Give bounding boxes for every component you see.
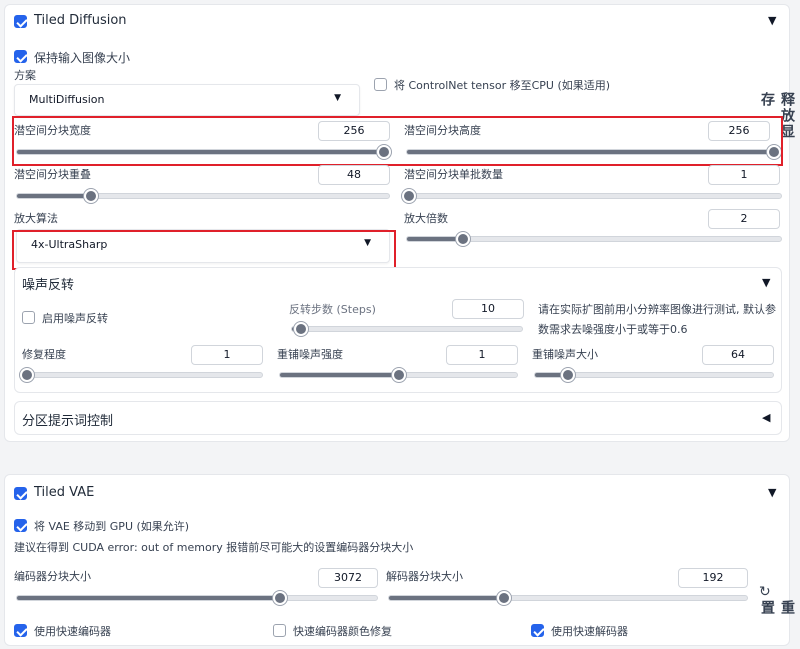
scale-slider[interactable] (406, 232, 782, 246)
fast-encoder-color-fix-label: 快速编码器颜色修复 (293, 625, 392, 638)
tiled-diffusion-title: Tiled Diffusion (34, 13, 127, 28)
enable-noise-inversion-label: 启用噪声反转 (42, 312, 108, 325)
slider-thumb[interactable] (391, 368, 406, 382)
scale-input[interactable]: 2 (708, 209, 780, 229)
tile-overlap-input[interactable]: 48 (318, 165, 390, 185)
noise-inversion-title: 噪声反转 (22, 278, 75, 293)
slider-thumb[interactable] (402, 189, 416, 203)
region-prompt-panel[interactable] (14, 401, 782, 435)
upscaler-select[interactable]: 4x-UltraSharp ▼ (16, 229, 390, 263)
inversion-steps-label: 反转步数 (Steps) (289, 303, 376, 316)
decoder-size-label: 解码器分块大小 (386, 570, 463, 583)
collapse-down-icon[interactable]: ▼ (768, 486, 776, 499)
tile-width-label: 潜空间分块宽度 (14, 124, 91, 137)
slider-thumb[interactable] (377, 145, 391, 159)
encoder-size-input[interactable]: 3072 (318, 568, 378, 588)
slider-thumb[interactable] (20, 368, 34, 382)
collapse-left-icon[interactable]: ◀ (762, 411, 770, 424)
reset-label: 重置 (759, 600, 795, 616)
upscaler-value: 4x-UltraSharp (31, 238, 108, 251)
fix-degree-input[interactable]: 1 (191, 345, 263, 365)
tile-batch-label: 潜空间分块单批数量 (404, 168, 503, 181)
method-select[interactable]: MultiDiffusion ▼ (14, 84, 360, 116)
tiled-vae-enable-checkbox[interactable] (14, 487, 27, 500)
tile-height-label: 潜空间分块高度 (404, 124, 481, 137)
tile-width-slider[interactable] (16, 145, 391, 159)
upscaler-label: 放大算法 (14, 212, 58, 225)
method-value: MultiDiffusion (29, 93, 105, 106)
move-vae-gpu-checkbox[interactable] (14, 519, 27, 532)
fast-decoder-label: 使用快速解码器 (551, 625, 628, 638)
reset-icon: ↻ (759, 584, 771, 600)
decoder-size-slider[interactable] (388, 591, 748, 605)
tile-height-input[interactable]: 256 (708, 121, 770, 141)
fast-decoder-checkbox[interactable] (531, 624, 544, 637)
inversion-steps-input[interactable]: 10 (452, 299, 524, 319)
encoder-size-label: 编码器分块大小 (14, 570, 91, 583)
method-label: 方案 (14, 69, 36, 82)
chevron-down-icon: ▼ (334, 93, 341, 103)
tile-batch-input[interactable]: 1 (708, 165, 780, 185)
slider-thumb[interactable] (767, 145, 781, 159)
slider-thumb[interactable] (456, 232, 471, 246)
renoise-size-label: 重铺噪声大小 (532, 348, 598, 361)
controlnet-cpu-checkbox[interactable] (374, 78, 387, 91)
renoise-size-input[interactable]: 64 (702, 345, 774, 365)
vae-advice-text: 建议在得到 CUDA error: out of memory 报错前尽可能大的… (14, 541, 414, 554)
slider-thumb[interactable] (272, 591, 287, 605)
slider-thumb[interactable] (496, 591, 511, 605)
tile-overlap-label: 潜空间分块重叠 (14, 168, 91, 181)
move-vae-gpu-label: 将 VAE 移动到 GPU (如果允许) (34, 520, 190, 533)
keep-size-label: 保持输入图像大小 (34, 51, 131, 65)
chevron-down-icon: ▼ (364, 238, 371, 248)
collapse-down-icon[interactable]: ▼ (762, 276, 770, 289)
renoise-strength-label: 重铺噪声强度 (277, 348, 343, 361)
encoder-size-slider[interactable] (16, 591, 378, 605)
controlnet-cpu-label: 将 ControlNet tensor 移至CPU (如果适用) (394, 79, 611, 92)
tiled-vae-panel (4, 474, 790, 646)
tile-overlap-slider[interactable] (16, 189, 390, 203)
region-prompt-title: 分区提示词控制 (22, 414, 114, 429)
tile-width-input[interactable]: 256 (318, 121, 390, 141)
fast-encoder-color-fix-checkbox[interactable] (273, 624, 286, 637)
fix-degree-slider[interactable] (20, 368, 263, 382)
noise-inversion-note: 请在实际扩图前用小分辨率图像进行测试, 默认参数需求去噪强度小于或等于0.6 (538, 303, 776, 336)
decoder-size-input[interactable]: 192 (678, 568, 748, 588)
tiled-vae-title: Tiled VAE (34, 485, 95, 500)
collapse-down-icon[interactable]: ▼ (768, 14, 776, 27)
fast-encoder-label: 使用快速编码器 (34, 625, 111, 638)
enable-noise-inversion-checkbox[interactable] (22, 311, 35, 324)
tile-height-slider[interactable] (406, 145, 781, 159)
renoise-strength-input[interactable]: 1 (446, 345, 518, 365)
inversion-steps-slider[interactable] (291, 322, 523, 336)
fix-degree-label: 修复程度 (22, 348, 66, 361)
renoise-size-slider[interactable] (534, 368, 774, 382)
renoise-strength-slider[interactable] (279, 368, 518, 382)
tile-batch-slider[interactable] (402, 189, 782, 203)
keep-size-checkbox[interactable] (14, 50, 27, 63)
fast-encoder-checkbox[interactable] (14, 624, 27, 637)
scale-label: 放大倍数 (404, 212, 448, 225)
tiled-diffusion-enable-checkbox[interactable] (14, 15, 27, 28)
